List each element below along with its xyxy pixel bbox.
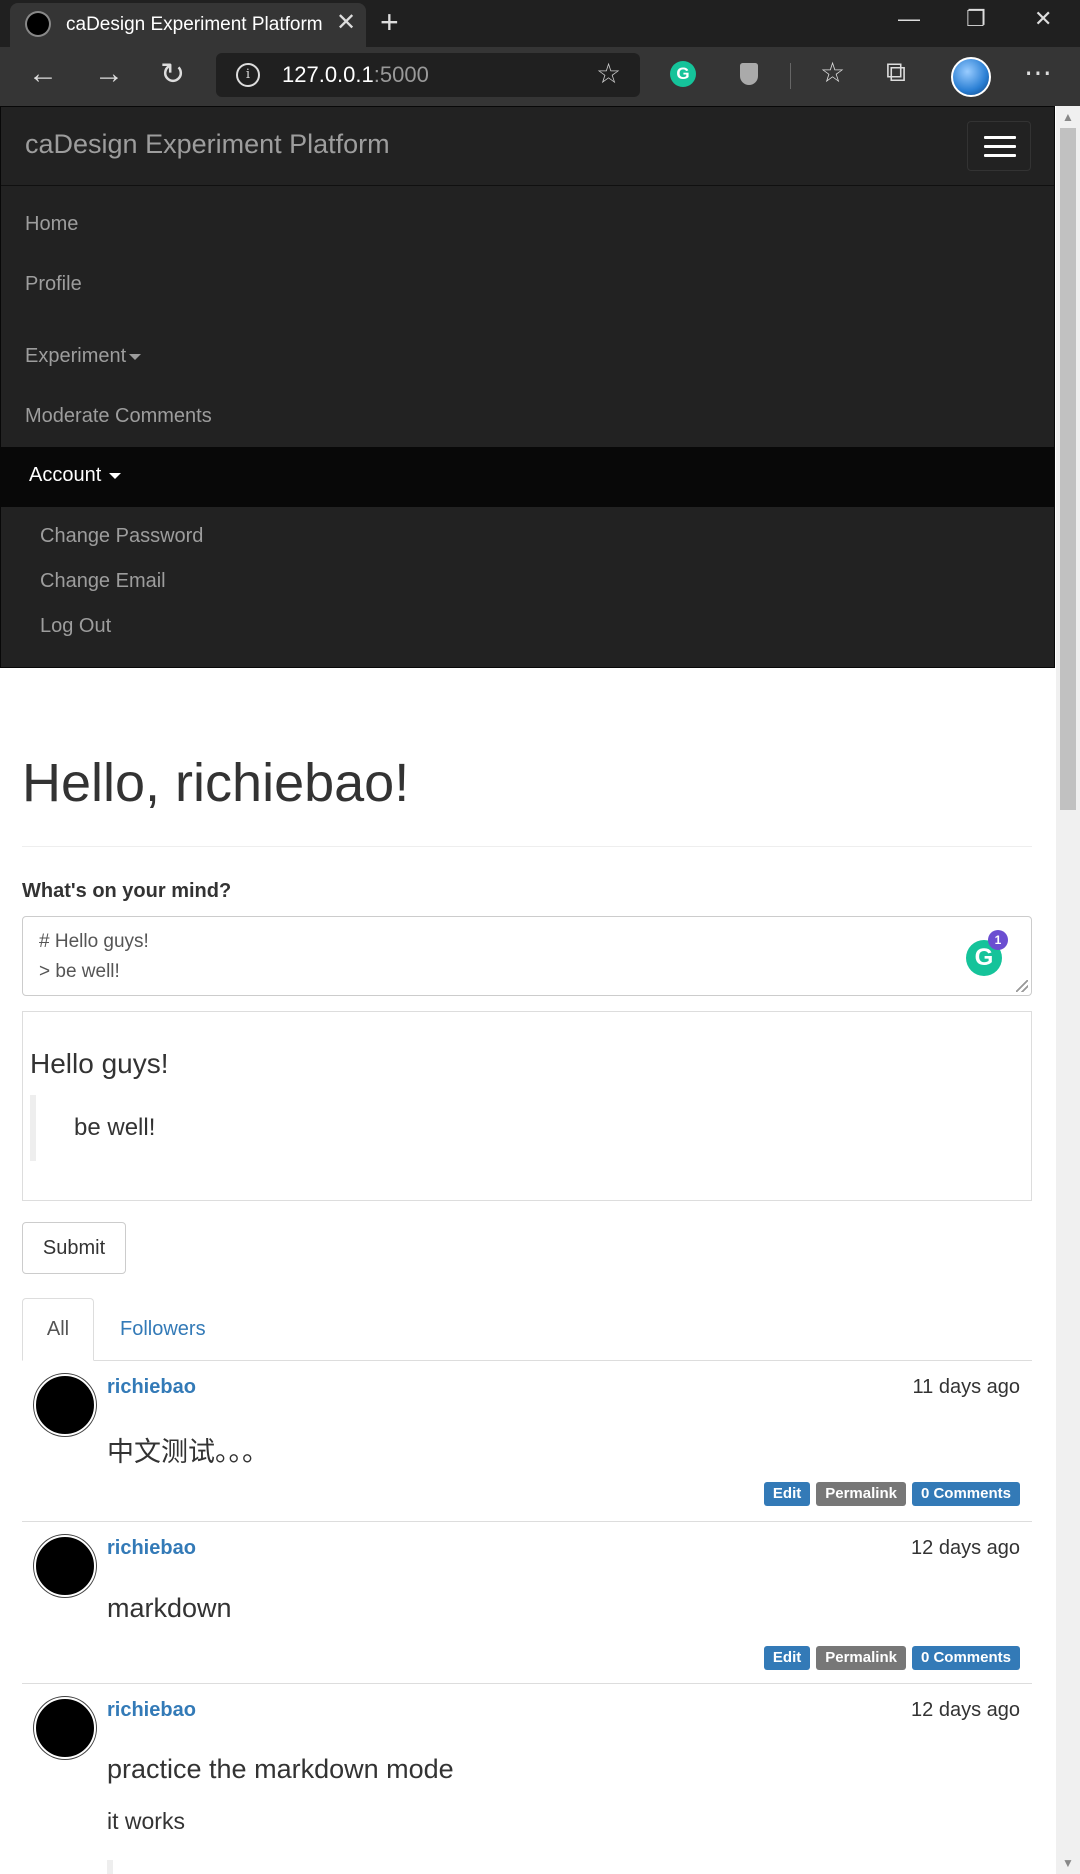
scroll-down-icon[interactable]: ▼ [1062, 1856, 1074, 1870]
collections-icon[interactable]: ⧉ [886, 56, 906, 89]
nav-account-label: Account [29, 464, 102, 486]
hamburger-bar [984, 136, 1016, 139]
avatar[interactable] [34, 1535, 96, 1597]
grammarly-extension-icon[interactable]: G [670, 61, 696, 87]
post-author-link[interactable]: richiebao [107, 1537, 196, 1560]
permalink-button[interactable]: Permalink [816, 1482, 906, 1506]
site-info-icon[interactable]: i [236, 63, 260, 87]
tab-followers[interactable]: Followers [120, 1318, 206, 1341]
scroll-thumb[interactable] [1060, 128, 1076, 810]
post-author-link[interactable]: richiebao [107, 1699, 196, 1722]
toolbar-divider [790, 63, 791, 89]
post-actions: Edit Permalink 0 Comments [763, 1482, 1020, 1506]
hamburger-bar [984, 145, 1016, 148]
browser-toolbar: ← → ↻ i 127.0.0.1:5000 ☆ G ☆ ⧉ ⋯ [0, 47, 1080, 106]
site-favicon-icon [27, 13, 49, 35]
resize-handle-icon[interactable] [1016, 980, 1028, 992]
post-date: 12 days ago [911, 1537, 1020, 1559]
forward-icon[interactable]: → [94, 57, 124, 91]
permalink-button[interactable]: Permalink [816, 1646, 906, 1670]
caret-down-icon [129, 353, 142, 360]
post-actions: Edit Permalink 0 Comments [763, 1646, 1020, 1670]
page-header-divider [22, 846, 1032, 847]
bookmark-star-icon[interactable]: ☆ [596, 57, 621, 90]
shield-extension-icon[interactable] [740, 63, 758, 85]
tab-close-icon[interactable]: ✕ [336, 8, 356, 37]
tab-title: caDesign Experiment Platform [66, 14, 323, 35]
markdown-preview: Hello guys! be well! [22, 1011, 1032, 1201]
nav-home[interactable]: Home [25, 213, 78, 236]
more-icon[interactable]: ⋯ [1024, 56, 1052, 89]
post-body-textarea[interactable]: # Hello guys! > be well! [22, 916, 1032, 996]
favorites-icon[interactable]: ☆ [820, 56, 845, 89]
preview-heading: Hello guys! [30, 1048, 169, 1079]
page-scrollbar[interactable]: ▲ ▼ [1056, 106, 1080, 1874]
avatar[interactable] [34, 1374, 96, 1436]
grammarly-count-badge: 1 [988, 930, 1008, 950]
avatar[interactable] [34, 1697, 96, 1759]
post-item: richiebao 12 days ago practice the markd… [22, 1684, 1032, 1874]
nav-profile[interactable]: Profile [25, 273, 82, 296]
url-text: 127.0.0.1:5000 [282, 62, 429, 88]
edit-button[interactable]: Edit [763, 1646, 811, 1670]
nav-experiment-label: Experiment [25, 345, 127, 367]
post-blockquote-bar [107, 1860, 113, 1874]
url-host: 127.0.0.1 [282, 62, 374, 87]
nav-account-dropdown[interactable]: Account [1, 447, 1054, 507]
comments-button[interactable]: 0 Comments [911, 1482, 1020, 1506]
post-author-link[interactable]: richiebao [107, 1376, 196, 1399]
post-item: richiebao 12 days ago markdown Edit Perm… [22, 1522, 1032, 1684]
refresh-icon[interactable]: ↻ [160, 57, 185, 92]
menu-change-password[interactable]: Change Password [40, 525, 203, 548]
browser-tabbar: caDesign Experiment Platform ✕ + — ❐ ✕ [0, 0, 1080, 47]
navbar-divider [1, 185, 1054, 186]
post-body: practice the markdown mode [107, 1754, 454, 1784]
restore-icon[interactable]: ❐ [966, 6, 986, 32]
post-body-line: it works [107, 1808, 185, 1834]
url-port: :5000 [373, 62, 429, 87]
navbar-brand[interactable]: caDesign Experiment Platform [25, 129, 390, 160]
page-title: Hello, richiebao! [22, 753, 410, 813]
back-icon[interactable]: ← [28, 57, 58, 91]
nav-experiment-dropdown[interactable]: Experiment [25, 345, 142, 368]
address-bar[interactable]: i 127.0.0.1:5000 ☆ [216, 53, 640, 97]
nav-account-label-wrap: Account [29, 464, 122, 487]
site-navbar: caDesign Experiment Platform Home Profil… [0, 106, 1055, 668]
post-form-label: What's on your mind? [22, 880, 232, 902]
navbar-toggle-button[interactable] [967, 121, 1031, 171]
profile-avatar-icon[interactable] [951, 57, 991, 97]
scroll-up-icon[interactable]: ▲ [1062, 110, 1074, 124]
post-date: 11 days ago [912, 1376, 1021, 1398]
post-body: 中文测试。。。 [107, 1437, 269, 1467]
submit-button[interactable]: Submit [22, 1222, 126, 1274]
menu-change-email[interactable]: Change Email [40, 570, 166, 593]
post-item: richiebao 11 days ago 中文测试。。。 Edit Perma… [22, 1361, 1032, 1523]
edit-button[interactable]: Edit [763, 1482, 811, 1506]
browser-tab[interactable]: caDesign Experiment Platform ✕ [10, 3, 366, 47]
menu-log-out[interactable]: Log Out [40, 615, 111, 638]
post-date: 12 days ago [911, 1699, 1020, 1721]
tab-all[interactable]: All [22, 1298, 94, 1361]
nav-moderate-comments[interactable]: Moderate Comments [25, 405, 212, 428]
caret-down-icon [109, 472, 122, 479]
hamburger-bar [984, 154, 1016, 157]
comments-button[interactable]: 0 Comments [911, 1646, 1020, 1670]
minimize-icon[interactable]: — [898, 6, 920, 32]
window-close-icon[interactable]: ✕ [1034, 6, 1052, 32]
post-body: markdown [107, 1593, 232, 1623]
new-tab-icon[interactable]: + [380, 4, 399, 41]
preview-blockquote: be well! [30, 1095, 155, 1161]
